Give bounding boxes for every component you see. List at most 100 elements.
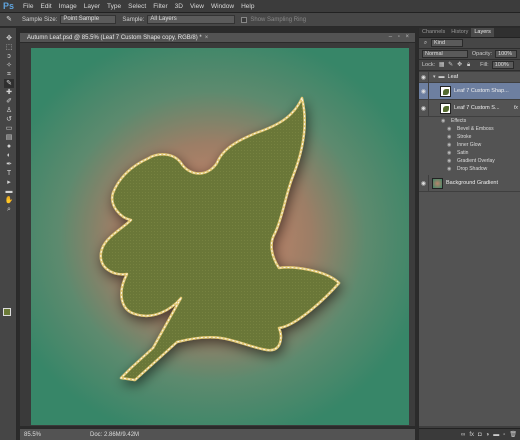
marquee-icon[interactable]: ⬚ xyxy=(4,43,14,52)
window-controls[interactable]: – ▫ × xyxy=(389,34,411,40)
vertical-scrollbar[interactable] xyxy=(409,43,415,426)
menu-help[interactable]: Help xyxy=(241,3,254,10)
healing-icon[interactable]: ✚ xyxy=(4,88,14,97)
sample-size-label: Sample Size: xyxy=(22,16,58,23)
canvas[interactable] xyxy=(31,48,409,425)
menu-image[interactable]: Image xyxy=(59,3,77,10)
sample-select[interactable]: All Layers xyxy=(147,15,236,24)
adjustment-icon[interactable]: ◑ xyxy=(486,432,490,438)
photoshop-logo: Ps xyxy=(3,1,15,11)
tab-history[interactable]: History xyxy=(448,28,471,37)
foreground-color-swatch[interactable] xyxy=(3,308,11,316)
zoom-level[interactable]: 85.5% xyxy=(24,432,50,438)
menu-view[interactable]: View xyxy=(190,3,204,10)
visibility-eye-icon[interactable]: ◉ xyxy=(447,134,453,140)
menu-layer[interactable]: Layer xyxy=(84,3,100,10)
effect-item[interactable]: ◉ Stroke xyxy=(419,133,520,141)
fill-input[interactable]: 100% xyxy=(491,61,514,69)
folder-icon[interactable]: ▬ xyxy=(493,432,499,438)
quick-select-icon[interactable]: ✧ xyxy=(4,61,14,70)
dodge-icon[interactable]: ◐ xyxy=(4,151,14,160)
kind-filter-select[interactable]: Kind xyxy=(431,39,463,47)
layer-group-leaf[interactable]: ◉ ▾ ▬ Leaf xyxy=(419,72,520,83)
document-tab[interactable]: Autumn Leaf.psd @ 85.5% (Leaf 7 Custom S… xyxy=(20,33,415,43)
move-icon[interactable]: ✥ xyxy=(4,34,14,43)
menu-window[interactable]: Window xyxy=(211,3,234,10)
visibility-eye-icon[interactable]: ◉ xyxy=(447,158,453,164)
menu-filter[interactable]: Filter xyxy=(153,3,167,10)
menu-select[interactable]: Select xyxy=(128,3,146,10)
layers-list: ◉ ▾ ▬ Leaf ◉ Leaf 7 Custom Shap... ◉ Lea… xyxy=(419,72,520,426)
effect-name: Satin xyxy=(457,150,469,156)
menu-type[interactable]: Type xyxy=(107,3,121,10)
layer-name[interactable]: Leaf 7 Custom Shap... xyxy=(454,88,509,94)
stamp-icon[interactable]: ♙ xyxy=(4,106,14,115)
gradient-icon[interactable]: ▤ xyxy=(4,133,14,142)
lock-label: Lock: xyxy=(422,62,436,68)
path-select-icon[interactable]: ▸ xyxy=(4,178,14,187)
crop-icon[interactable]: ⌗ xyxy=(4,70,14,79)
brush-icon[interactable]: ✐ xyxy=(4,97,14,106)
tab-channels[interactable]: Channels xyxy=(419,28,448,37)
trash-icon[interactable]: 🗑︎ xyxy=(509,431,517,438)
visibility-eye-icon[interactable]: ◉ xyxy=(419,100,429,116)
lock-all-icon[interactable]: 🔒︎ xyxy=(465,62,472,69)
close-tab-icon[interactable]: × xyxy=(205,35,209,41)
link-icon[interactable]: ∞ xyxy=(461,432,465,438)
zoom-icon[interactable]: ⌕ xyxy=(4,205,14,214)
layer-row-background[interactable]: ◉ Background Gradient xyxy=(419,175,520,192)
group-name: Leaf xyxy=(447,74,459,80)
lock-pixels-icon[interactable]: ✎ xyxy=(447,62,454,69)
menu-edit[interactable]: Edit xyxy=(40,3,51,10)
effect-item[interactable]: ◉ Bevel & Emboss xyxy=(419,125,520,133)
effect-item[interactable]: ◉ Gradient Overlay xyxy=(419,157,520,165)
layer-row[interactable]: ◉ Leaf 7 Custom Shap... xyxy=(419,83,520,100)
visibility-eye-icon[interactable]: ◉ xyxy=(419,175,429,191)
menu-file[interactable]: File xyxy=(23,3,33,10)
effects-header[interactable]: ◉ Effects xyxy=(419,117,520,125)
effect-item[interactable]: ◉ Satin xyxy=(419,149,520,157)
pen-icon[interactable]: ✒ xyxy=(4,160,14,169)
lock-position-icon[interactable]: ✥ xyxy=(456,62,463,69)
options-bar: ✎ Sample Size: Point Sample Sample: All … xyxy=(0,13,520,27)
visibility-eye-icon[interactable]: ◉ xyxy=(447,142,453,148)
opacity-input[interactable]: 100% xyxy=(495,50,517,58)
hand-icon[interactable]: ✋ xyxy=(4,196,14,205)
tab-layers[interactable]: Layers xyxy=(471,28,494,37)
sample-label: Sample: xyxy=(122,16,145,23)
chevron-down-icon[interactable]: ▾ xyxy=(433,74,436,80)
blend-mode-select[interactable]: Normal xyxy=(422,50,468,58)
lasso-icon[interactable]: ↄ xyxy=(4,52,14,61)
layer-name[interactable]: Background Gradient xyxy=(446,180,498,186)
effect-item[interactable]: ◉ Inner Glow xyxy=(419,141,520,149)
visibility-eye-icon[interactable]: ◉ xyxy=(447,150,453,156)
eyedropper-icon[interactable]: ✎ xyxy=(4,79,14,88)
lock-row: Lock: ▦ ✎ ✥ 🔒︎ Fill: 100% xyxy=(419,60,520,71)
visibility-eye-icon[interactable]: ◉ xyxy=(447,126,453,132)
history-brush-icon[interactable]: ↺ xyxy=(4,115,14,124)
new-layer-icon[interactable]: ▫ xyxy=(503,432,505,438)
visibility-eye-icon[interactable]: ◉ xyxy=(419,72,429,82)
lock-transparent-icon[interactable]: ▦ xyxy=(438,62,445,69)
menu-3d[interactable]: 3D xyxy=(175,3,183,10)
mask-icon[interactable]: ◘ xyxy=(478,432,482,438)
type-icon[interactable]: T xyxy=(4,169,14,178)
layer-row[interactable]: ◉ Leaf 7 Custom S... fx xyxy=(419,100,520,117)
effect-name: Drop Shadow xyxy=(457,166,488,172)
layer-name[interactable]: Leaf 7 Custom S... xyxy=(454,105,500,111)
layer-filter-row: ⌕ Kind xyxy=(419,38,520,49)
effect-item[interactable]: ◉ Drop Shadow xyxy=(419,165,520,173)
visibility-eye-icon[interactable]: ◉ xyxy=(447,166,453,172)
show-sampling-ring-checkbox[interactable] xyxy=(241,16,248,23)
fx-badge[interactable]: fx xyxy=(514,105,518,111)
eraser-icon[interactable]: ▭ xyxy=(4,124,14,133)
show-sampling-ring-label: Show Sampling Ring xyxy=(250,16,307,23)
eyedropper-icon[interactable]: ✎ xyxy=(4,15,14,25)
shape-icon[interactable]: ▬ xyxy=(4,187,14,196)
visibility-eye-icon[interactable]: ◉ xyxy=(441,118,447,124)
layer-thumbnail xyxy=(440,85,451,97)
blur-icon[interactable]: ● xyxy=(4,142,14,151)
fx-icon[interactable]: fx xyxy=(469,432,474,438)
visibility-eye-icon[interactable]: ◉ xyxy=(419,83,429,99)
sample-size-select[interactable]: Point Sample xyxy=(60,15,117,24)
